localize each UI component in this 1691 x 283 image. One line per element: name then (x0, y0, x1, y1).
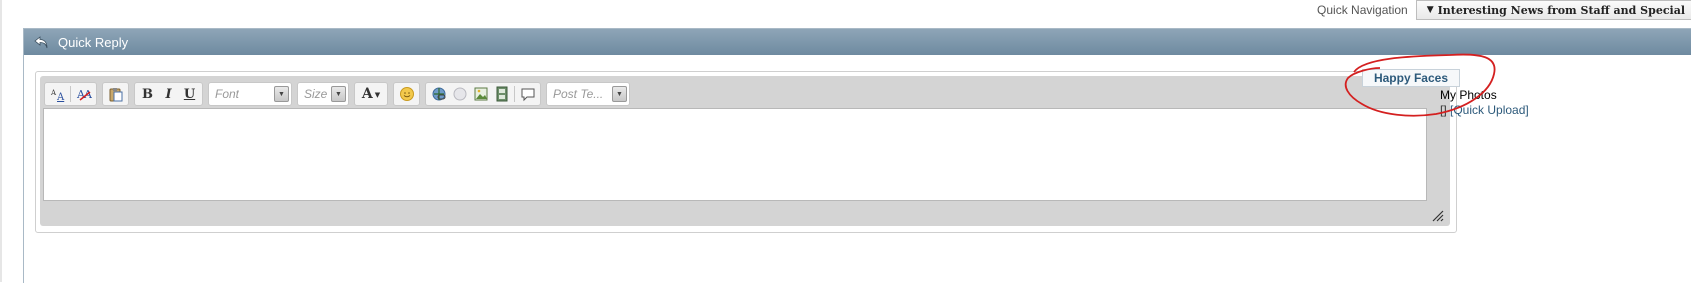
video-icon[interactable] (491, 84, 512, 104)
color-group: A ▼ (354, 82, 388, 106)
link-icon[interactable] (428, 84, 449, 104)
font-select-text: Font (215, 87, 240, 101)
toolbar-separator (70, 86, 71, 102)
size-select-text: Size (304, 87, 328, 101)
upload-prefix: [] (1440, 103, 1447, 117)
dropdown-arrow-icon: ▼ (1426, 5, 1434, 15)
insert-group (425, 82, 541, 106)
text-color-icon[interactable]: A ▼ (357, 84, 385, 104)
editor-frame: AA AA B I U Fon (40, 76, 1450, 226)
quick-reply-title: Quick Reply (58, 34, 129, 50)
editor-container: AA AA B I U Fon (35, 71, 1457, 233)
remove-format-icon[interactable]: AA (47, 84, 68, 104)
quick-reply-header[interactable]: Quick Reply (24, 29, 1691, 55)
bold-icon[interactable]: B (137, 84, 158, 104)
chevron-down-icon: ▼ (274, 86, 289, 102)
italic-icon[interactable]: I (158, 84, 179, 104)
quick-navigation-select[interactable]: ▼ Interesting News from Staff and Specia… (1415, 0, 1691, 20)
message-textarea[interactable] (43, 108, 1427, 201)
unlink-icon[interactable] (449, 84, 470, 104)
my-photos-title: My Photos (1440, 88, 1497, 102)
image-icon[interactable] (470, 84, 491, 104)
resize-handle-icon[interactable] (1432, 210, 1444, 222)
toolbar-separator (514, 86, 515, 102)
quick-upload-line: [] [Quick Upload] (1440, 103, 1529, 117)
quick-navigation-label: Quick Navigation (1317, 3, 1408, 17)
size-select[interactable]: Size ▼ (297, 82, 349, 106)
chevron-down-icon: ▼ (612, 86, 627, 102)
happy-faces-tab[interactable]: Happy Faces (1362, 69, 1460, 87)
quick-upload-link[interactable]: [Quick Upload] (1450, 103, 1529, 117)
svg-text:A: A (56, 92, 65, 102)
chevron-down-icon: ▼ (331, 86, 346, 102)
quick-navigation-selected: Interesting News from Staff and Special (1437, 3, 1685, 17)
reply-arrow-icon (34, 36, 48, 49)
text-style-group: B I U (134, 82, 203, 106)
post-template-select[interactable]: Post Te... ▼ (546, 82, 630, 106)
post-template-select-text: Post Te... (553, 87, 604, 101)
my-photos-section: My Photos [] [Quick Upload] (1440, 88, 1529, 117)
paste-group (102, 82, 129, 106)
paste-icon[interactable] (105, 84, 126, 104)
smiley-icon[interactable] (396, 84, 417, 104)
quote-icon[interactable] (517, 84, 538, 104)
remove-text-format-icon[interactable]: AA (73, 84, 94, 104)
editor-toolbar: AA AA B I U Fon (44, 82, 635, 106)
smilies-group (393, 82, 420, 106)
underline-icon[interactable]: U (179, 84, 200, 104)
quick-reply-panel: Quick Reply AA AA (23, 28, 1691, 283)
page-left-border (0, 0, 2, 282)
quick-navigation: Quick Navigation ▼ Interesting News from… (1317, 0, 1691, 20)
svg-text:A: A (50, 89, 57, 97)
font-select[interactable]: Font ▼ (208, 82, 292, 106)
format-group: AA AA (44, 82, 97, 106)
